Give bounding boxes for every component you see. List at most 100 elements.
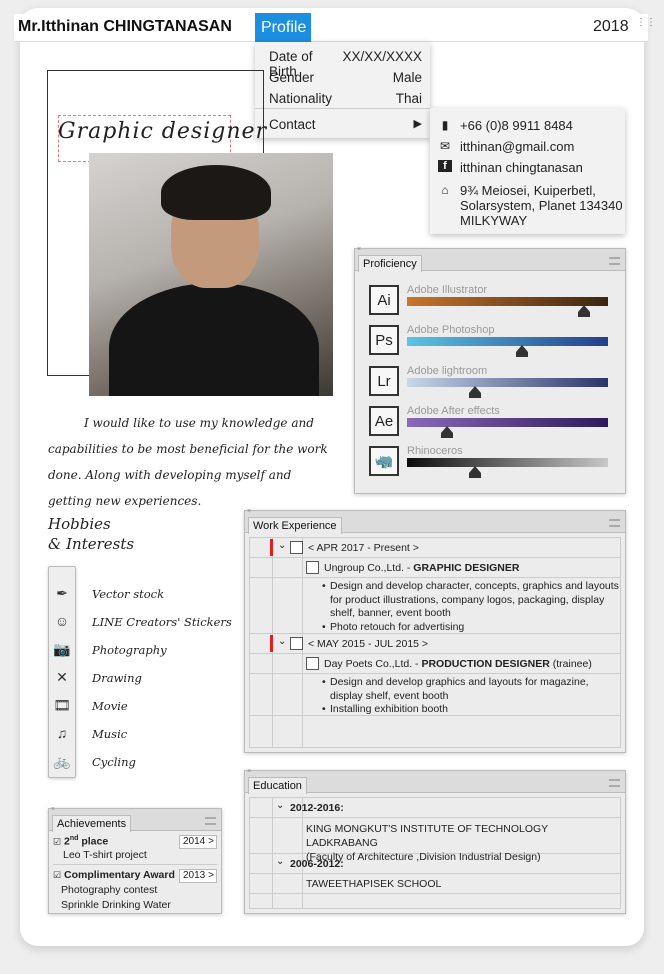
year-stepper[interactable]: 2013 > (179, 869, 217, 883)
job-details-row: Design and develop graphics and layouts … (250, 674, 620, 716)
dropdown-divider (255, 108, 430, 109)
panel-menu-icon[interactable] (609, 779, 620, 787)
checkbox-checked-icon[interactable]: ☑ (53, 870, 61, 880)
mail-icon: ✉ (439, 139, 451, 153)
edu-period-row[interactable]: ⌄ 2006-2012: (250, 854, 620, 874)
close-icon[interactable]: × (247, 768, 251, 775)
skill-label: Rhinoceros (407, 445, 463, 457)
facebook-icon: f (438, 160, 452, 172)
education-table: ⌄ 2012-2016: KING MONGKUT'S INSTITUTE OF… (249, 797, 621, 909)
dropdown-item-gender[interactable]: Gender Male (269, 70, 422, 85)
app-ps-icon: Ps (369, 325, 399, 355)
skill-label: Adobe lightroom (407, 365, 488, 377)
edu-period-row[interactable]: ⌄ 2012-2016: (250, 798, 620, 818)
hobby-label: Photography (92, 643, 167, 657)
music-note-icon: ♫ (56, 725, 68, 741)
skill-slider-handle[interactable] (515, 345, 528, 357)
chevron-down-icon[interactable]: ⌄ (276, 800, 284, 811)
skill-bar (407, 418, 608, 427)
chevron-right-icon: > (208, 870, 214, 881)
year-stepper[interactable]: 2014 > (179, 835, 217, 849)
achievement-item[interactable]: ☑ 2nd place 2014 > Leo T-shirt project (53, 835, 217, 865)
chevron-down-icon[interactable]: ⌄ (276, 856, 284, 867)
skill-label: Adobe Photoshop (407, 324, 495, 336)
skill-row: Ae Adobe After effects (369, 405, 609, 438)
skill-slider-handle[interactable] (469, 466, 482, 478)
hobby-label: Movie (92, 699, 128, 713)
contact-facebook[interactable]: f itthinan chingtanasan (438, 160, 583, 175)
close-icon[interactable]: × (247, 508, 251, 515)
profile-menu-tab[interactable]: Profile (255, 13, 311, 42)
tab-education[interactable]: Education (248, 777, 307, 794)
skill-label: Adobe Illustrator (407, 284, 488, 296)
panel-menu-icon[interactable] (205, 817, 216, 825)
skill-label: Adobe After effects (407, 405, 500, 417)
skill-bar (407, 458, 608, 467)
panel-menu-icon[interactable] (609, 257, 620, 265)
achievement-item[interactable]: ☑ Complimentary Award 2013 > Photography … (53, 869, 217, 915)
chevron-right-icon: > (208, 836, 214, 847)
skill-bar (407, 337, 608, 346)
phone-icon: ▮ (441, 118, 449, 132)
checkbox-checked-icon[interactable]: ☑ (53, 837, 61, 847)
job-period-row[interactable]: ⌄ < APR 2017 - Present > (250, 538, 620, 558)
app-ai-icon: Ai (369, 285, 399, 315)
profile-photo (89, 153, 333, 396)
checkbox[interactable] (306, 657, 319, 670)
checkbox[interactable] (290, 541, 303, 554)
contact-email[interactable]: ✉ itthinan@gmail.com (438, 139, 574, 154)
skill-slider-handle[interactable] (577, 305, 590, 317)
hobby-label: LINE Creators' Stickers (92, 615, 232, 629)
skill-slider-handle[interactable] (469, 386, 482, 398)
chevron-down-icon[interactable]: ⌄ (278, 636, 286, 647)
hobby-label: Music (92, 727, 128, 741)
pen-tool-icon: ✒ (56, 585, 68, 601)
skill-row: 🦏 Rhinoceros (369, 445, 609, 478)
contact-phone[interactable]: ▮ +66 (0)8 9911 8484 (438, 118, 573, 133)
tab-achievements[interactable]: Achievements (52, 815, 132, 832)
more-options-icon[interactable]: ⋮⋮ (636, 18, 656, 28)
film-icon: 🎞 (53, 697, 71, 713)
achievements-panel: × Achievements ☑ 2nd place 2014 > Leo T-s… (48, 806, 222, 915)
skill-bar (407, 378, 608, 387)
app-ae-icon: Ae (369, 406, 399, 436)
drawing-tools-icon: ✕ (56, 669, 68, 685)
job-company-row[interactable]: Day Poets Co.,Ltd. - PRODUCTION DESIGNER… (250, 654, 620, 674)
dropdown-item-contact[interactable]: Contact ▶ (269, 117, 422, 132)
intro-paragraph: I would like to use my knowledge and cap… (48, 416, 328, 508)
panel-menu-icon[interactable] (609, 519, 620, 527)
app-lr-icon: Lr (369, 366, 399, 396)
hobbies-title: Hobbies & Interests (48, 515, 135, 553)
tab-proficiency[interactable]: Proficiency (358, 255, 422, 272)
bicycle-icon: 🚲 (53, 753, 71, 769)
contact-submenu: ▮ +66 (0)8 9911 8484 ✉ itthinan@gmail.co… (430, 108, 625, 234)
close-icon[interactable]: × (357, 246, 361, 253)
hobby-label: Cycling (92, 755, 136, 769)
person-name: Mr.Itthinan CHINGTANASAN (18, 18, 232, 35)
close-icon[interactable]: × (51, 806, 55, 813)
skill-row: Ps Adobe Photoshop (369, 324, 609, 357)
proficiency-panel: × Proficiency Ai Adobe Illustrator Ps Adobe… (354, 246, 626, 494)
camera-icon: 📷 (53, 641, 71, 657)
skill-row: Ai Adobe Illustrator (369, 284, 609, 317)
tab-work-experience[interactable]: Work Experience (248, 517, 342, 534)
contact-address: ⌂ 9¾ Meiosei, Kuiperbetl, Solarsystem, P… (438, 183, 622, 228)
hobby-label: Drawing (92, 671, 142, 685)
line-sticker-icon: ☺ (54, 613, 70, 629)
year-label: 2018 (593, 18, 629, 35)
job-company-row[interactable]: Ungroup Co.,Ltd. - GRAPHIC DESIGNER (250, 558, 620, 578)
checkbox[interactable] (306, 561, 319, 574)
job-period-row[interactable]: ⌄ < MAY 2015 - JUL 2015 > (250, 634, 620, 654)
edu-school-row: KING MONGKUT'S INSTITUTE OF TECHNOLOGY L… (250, 818, 620, 863)
profile-dropdown: Date of Birth XX/XX/XXXX Gender Male Nat… (255, 42, 430, 138)
education-panel: × Education ⌄ 2012-2016: KING MONGKUT'S … (244, 768, 626, 914)
rhinoceros-icon: 🦏 (369, 446, 399, 476)
submenu-arrow-icon: ▶ (413, 118, 422, 130)
chevron-down-icon[interactable]: ⌄ (278, 540, 286, 551)
home-icon: ⌂ (441, 183, 449, 197)
job-details-row: Design and develop character, concepts, … (250, 578, 620, 634)
skill-slider-handle[interactable] (441, 426, 454, 438)
checkbox[interactable] (290, 637, 303, 650)
dropdown-item-nationality[interactable]: Nationality Thai (269, 91, 422, 106)
title-text: Graphic designer (58, 119, 268, 144)
